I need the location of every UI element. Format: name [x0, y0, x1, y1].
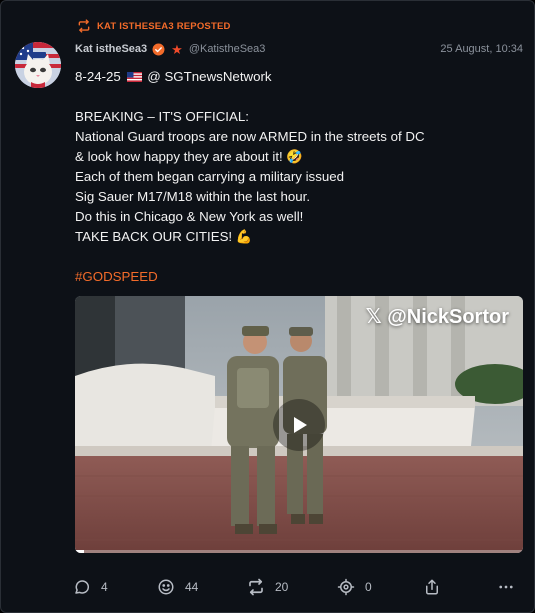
smiley-icon — [158, 579, 174, 595]
comment-button[interactable]: 4 — [73, 576, 108, 598]
post-line: BREAKING – IT'S OFFICIAL: — [75, 109, 249, 124]
avatar[interactable] — [15, 42, 61, 88]
repost-icon — [78, 19, 90, 33]
play-button[interactable] — [273, 399, 325, 451]
video-progress-fill — [75, 550, 84, 553]
video-progress-bar[interactable] — [75, 550, 523, 553]
post-line-date: 8-24-25 — [75, 69, 121, 84]
repost-button[interactable]: 20 — [247, 576, 288, 598]
post-header: Kat istheSea3 ★ @KatistheSea3 25 August,… — [75, 41, 523, 57]
repost-banner[interactable]: KAT ISTHESEA3 REPOSTED — [77, 19, 231, 33]
mention-link[interactable]: @ SGTnewsNetwork — [147, 69, 271, 84]
share-icon — [426, 579, 438, 595]
repost-icon — [249, 578, 263, 596]
post-line: Sig Sauer M17/M18 within the last hour. — [75, 189, 311, 204]
post-line: National Guard troops are now ARMED in t… — [75, 129, 425, 144]
comment-count: 4 — [101, 580, 108, 594]
like-button[interactable]: 44 — [157, 576, 198, 598]
post-line: Each of them began carrying a military i… — [75, 169, 345, 184]
verified-badge-icon — [152, 43, 165, 55]
post-card: KAT ISTHESEA3 REPOSTED Kat istheSea3 ★ @… — [0, 0, 535, 613]
like-count: 44 — [185, 580, 199, 594]
more-options-button[interactable] — [497, 576, 515, 598]
play-icon — [294, 417, 307, 433]
post-line: & look how happy they are about it! 🤣 — [75, 149, 303, 164]
hashtag-link[interactable]: #GODSPEED — [75, 267, 515, 287]
more-icon — [499, 585, 513, 589]
author-handle[interactable]: @KatistheSea3 — [189, 43, 266, 55]
post-line: Do this in Chicago & New York as well! — [75, 209, 304, 224]
repost-label: KAT ISTHESEA3 REPOSTED — [97, 20, 231, 32]
video-player[interactable]: 𝕏 @NickSortor — [75, 296, 523, 553]
post-date[interactable]: 25 August, 10:34 — [440, 43, 523, 55]
repost-count: 20 — [275, 580, 289, 594]
post-first-line: 8-24-25 @ SGTnewsNetwork — [75, 67, 515, 87]
post-actions: 4 44 20 0 — [73, 576, 523, 598]
us-flag-icon — [126, 72, 142, 82]
post-content: 8-24-25 @ SGTnewsNetwork BREAKING – IT'S… — [75, 67, 515, 287]
comment-icon — [75, 580, 90, 594]
star-icon: ★ — [171, 41, 183, 57]
avatar-image — [15, 42, 61, 88]
share-button[interactable] — [423, 576, 441, 598]
views-count: 0 — [365, 580, 372, 594]
views-button[interactable]: 0 — [337, 576, 372, 598]
post-line: TAKE BACK OUR CITIES! 💪 — [75, 229, 253, 244]
target-icon — [337, 578, 355, 596]
author-name[interactable]: Kat istheSea3 — [75, 43, 147, 55]
video-watermark: 𝕏 @NickSortor — [365, 306, 509, 328]
